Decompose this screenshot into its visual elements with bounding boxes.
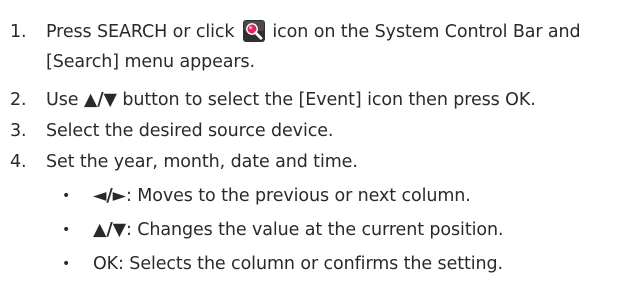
sub-item-description: : Changes the value at the current posit… (126, 220, 504, 240)
sub-item-description: : Moves to the previous or next column. (126, 186, 471, 206)
search-icon (242, 20, 265, 42)
sub-item-description: OK: Selects the column or confirms the s… (93, 254, 503, 274)
bullet: • (62, 188, 71, 204)
step-number: 2. (10, 90, 27, 110)
step-text: Set the year, month, date and time. (46, 152, 358, 172)
step-2-prefix: Use (46, 90, 79, 110)
step-text: Use ▲/▼ button to select the [Event] ico… (46, 88, 536, 112)
step-number: 4. (10, 152, 27, 172)
up-down-arrows-symbol: ▲/▼ (83, 90, 117, 110)
bullet: • (62, 222, 71, 238)
step-1-line2: [Search] menu appears. (46, 52, 256, 72)
step-number: 1. (10, 22, 27, 42)
left-right-arrows-symbol: ◄/► (93, 186, 127, 206)
sub-item-text: ◄/►: Moves to the previous or next colum… (93, 184, 471, 208)
step-text: Select the desired source device. (46, 121, 334, 141)
step-1-text-part2: icon on the System Control Bar and (272, 22, 581, 42)
step-text: Press SEARCH or click icon on the System… (46, 20, 581, 44)
bullet: • (62, 256, 71, 272)
up-down-arrows-symbol: ▲/▼ (93, 220, 127, 240)
step-number: 3. (10, 121, 27, 141)
instruction-document: 1. Press SEARCH or click icon on the Sys… (0, 0, 644, 291)
step-2-suffix: button to select the [Event] icon then p… (122, 90, 536, 110)
sub-item-text: ▲/▼: Changes the value at the current po… (93, 218, 504, 242)
step-1-text-part1: Press SEARCH or click (46, 22, 235, 42)
